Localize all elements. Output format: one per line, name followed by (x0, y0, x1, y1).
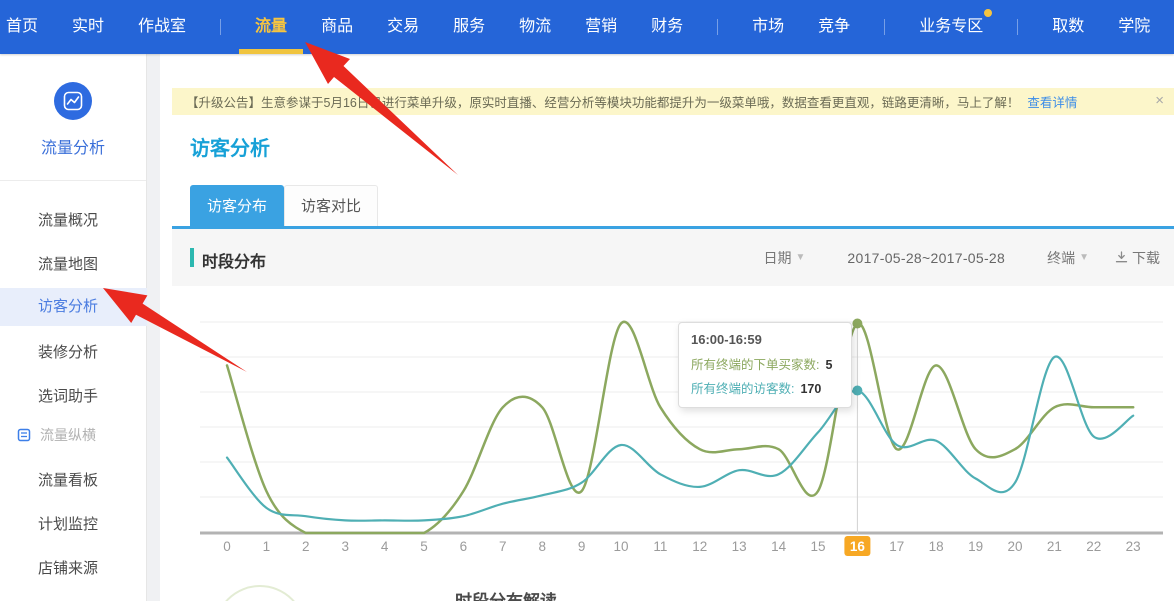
x-label: 8 (538, 539, 546, 554)
notice-text: 【升级公告】生意参谋于5月16日已进行菜单升级，原实时直播、经营分析等模块功能都… (186, 92, 1019, 111)
sidebar: 流量分析 流量概况流量地图访客分析装修分析选词助手流量纵横流量看板计划监控店铺来… (0, 54, 147, 601)
close-icon[interactable]: × (1155, 92, 1164, 109)
x-label: 15 (810, 539, 825, 554)
top-nav: 首页实时作战室 流量商品交易服务物流营销财务 市场竞争 业务专区 取数学院 (0, 0, 1174, 54)
nav-divider (1017, 19, 1018, 35)
sidebar-item[interactable]: 商品来源 (0, 594, 147, 601)
section-title: 时段分布 (202, 248, 266, 272)
x-label: 10 (613, 539, 628, 554)
x-label: 23 (1126, 539, 1141, 554)
x-label: 1 (263, 539, 271, 554)
nav-item[interactable]: 竞争 (818, 0, 850, 54)
tab-bar: 访客分布 访客对比 (190, 185, 378, 226)
download-button[interactable]: 下载 (1115, 248, 1160, 268)
tooltip-row: 所有终端的下单买家数: 5 (691, 354, 839, 373)
x-label: 17 (889, 539, 904, 554)
x-label: 2 (302, 539, 310, 554)
sidebar-header: 流量分析 (0, 82, 146, 158)
date-dropdown[interactable]: 日期▼ (763, 248, 805, 268)
sidebar-item[interactable]: 访客分析 (0, 288, 147, 326)
sidebar-title[interactable]: 流量分析 (0, 134, 146, 158)
section-header: 时段分布 日期▼ 2017-05-28~2017-05-28 终端▼ 下载 (172, 229, 1174, 286)
nav-item[interactable]: 业务专区 (919, 0, 983, 54)
main-content: 【升级公告】生意参谋于5月16日已进行菜单升级，原实时直播、经营分析等模块功能都… (160, 54, 1174, 601)
nav-item[interactable]: 作战室 (138, 0, 186, 54)
x-label: 11 (653, 539, 667, 554)
ledger-icon (17, 428, 31, 442)
nav-divider (884, 19, 885, 35)
x-label: 9 (578, 539, 586, 554)
page-title: 访客分析 (190, 132, 270, 161)
terminal-dropdown[interactable]: 终端▼ (1047, 248, 1089, 268)
x-label: 13 (732, 539, 747, 554)
x-label: 14 (771, 539, 787, 554)
nav-divider (220, 19, 221, 35)
nav-item[interactable]: 财务 (651, 0, 683, 54)
sidebar-item[interactable]: 流量地图 (0, 246, 147, 284)
date-range-value[interactable]: 2017-05-28~2017-05-28 (847, 250, 1005, 266)
upgrade-notice-bar: 【升级公告】生意参谋于5月16日已进行菜单升级，原实时直播、经营分析等模块功能都… (172, 88, 1174, 115)
tooltip-label: 所有终端的访客数: (691, 382, 794, 396)
nav-item[interactable]: 交易 (387, 0, 419, 54)
x-label-highlighted: 16 (850, 539, 866, 554)
tooltip-value: 5 (825, 358, 832, 372)
x-label: 22 (1086, 539, 1101, 554)
sidebar-item[interactable]: 流量纵横 (0, 416, 147, 454)
chevron-down-icon: ▼ (1079, 252, 1089, 263)
x-label: 4 (381, 539, 389, 554)
chevron-down-icon: ▼ (795, 252, 805, 263)
nav-item[interactable]: 营销 (585, 0, 617, 54)
x-label: 20 (1007, 539, 1022, 554)
sidebar-item[interactable]: 店铺来源 (0, 550, 147, 588)
footer-heading: 时段分布解读 (455, 587, 557, 601)
notification-dot-badge (984, 9, 992, 17)
nav-item[interactable]: 市场 (752, 0, 784, 54)
x-label: 21 (1047, 539, 1062, 554)
tooltip-label: 所有终端的下单买家数: (691, 358, 819, 372)
tab-visitor-compare[interactable]: 访客对比 (284, 185, 378, 226)
x-label: 3 (341, 539, 349, 554)
tab-visitor-distribution[interactable]: 访客分布 (190, 185, 284, 226)
sidebar-item[interactable]: 计划监控 (0, 506, 147, 544)
nav-item[interactable]: 商品 (321, 0, 353, 54)
nav-item[interactable]: 服务 (453, 0, 485, 54)
sidebar-item[interactable]: 选词助手 (0, 378, 147, 416)
x-label: 19 (968, 539, 983, 554)
sidebar-item[interactable]: 流量概况 (0, 202, 147, 240)
x-label: 7 (499, 539, 507, 554)
traffic-analysis-icon (54, 82, 92, 120)
nav-item[interactable]: 物流 (519, 0, 551, 54)
x-label: 6 (460, 539, 468, 554)
sidebar-item[interactable]: 装修分析 (0, 334, 147, 372)
x-label: 12 (692, 539, 707, 554)
hourly-distribution-chart: 01234567891011121314151617181920212223 (160, 290, 1174, 595)
nav-active-underline (239, 49, 303, 54)
tooltip-value: 170 (800, 382, 821, 396)
section-accent-bar (190, 248, 194, 267)
section-controls: 日期▼ 2017-05-28~2017-05-28 终端▼ 下载 (763, 229, 1160, 286)
nav-item[interactable]: 学院 (1118, 0, 1150, 54)
nav-divider (717, 19, 718, 35)
chart-tooltip: 16:00-16:59 所有终端的下单买家数: 5 所有终端的访客数: 170 (678, 322, 852, 408)
nav-item-active[interactable]: 流量 (255, 0, 287, 54)
highlight-dot (852, 319, 862, 329)
nav-item[interactable]: 取数 (1052, 0, 1084, 54)
highlight-dot (852, 386, 862, 396)
nav-item[interactable]: 首页 (6, 0, 38, 54)
tooltip-row: 所有终端的访客数: 170 (691, 378, 839, 397)
page-root: 首页实时作战室 流量商品交易服务物流营销财务 市场竞争 业务专区 取数学院 流量分析 流… (0, 0, 1174, 601)
nav-item[interactable]: 实时 (72, 0, 104, 54)
sidebar-item[interactable]: 流量看板 (0, 462, 147, 500)
x-label: 18 (929, 539, 944, 554)
sidebar-divider (0, 180, 146, 181)
notice-detail-link[interactable]: 查看详情 (1027, 92, 1077, 111)
x-label: 0 (223, 539, 231, 554)
download-icon (1115, 251, 1128, 264)
x-label: 5 (420, 539, 428, 554)
tooltip-title: 16:00-16:59 (691, 332, 839, 347)
